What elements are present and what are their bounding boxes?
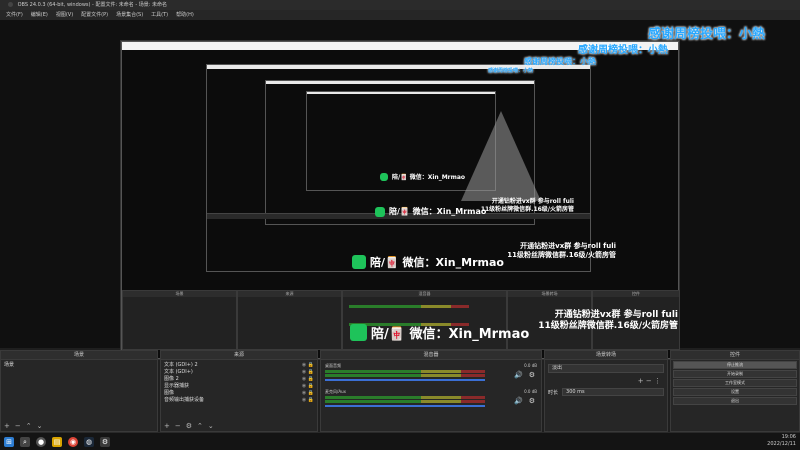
windows-icon[interactable]: ⊞ (4, 436, 14, 447)
scenes-dock-toolbar: + − ⌃ ⌄ (1, 422, 157, 431)
menu-view[interactable]: 视图(V) (52, 10, 77, 20)
mixer-channel-desktop: 桌面音频 0.0 dB 🔊 ⚙ (325, 363, 537, 381)
menu-bar: 文件(F) 编辑(E) 视图(V) 配置文件(P) 场景集合(S) 工具(T) … (0, 10, 800, 20)
source-item[interactable]: 音频输出捕获设备 ◉ 🔒 (164, 397, 314, 404)
remove-transition-button[interactable]: − (646, 377, 652, 385)
chrome-icon[interactable]: ◉ (68, 436, 78, 447)
thanks-overlay-4: 感谢周榜投喂：小熱 (488, 68, 534, 74)
menu-scene-collection[interactable]: 场景集合(S) (112, 10, 147, 20)
transitions-dock-title: 场景转场 (545, 351, 667, 360)
volume-slider[interactable] (325, 379, 485, 381)
wechat-icon (350, 324, 367, 341)
gear-icon[interactable]: ⚙ (529, 397, 535, 405)
inner-scenes-dock: 场景 (122, 290, 237, 350)
controls-dock-title: 控件 (671, 351, 799, 360)
obs-icon (8, 2, 13, 7)
move-down-button[interactable]: ⌄ (208, 422, 214, 431)
source-item[interactable]: 图像 ◉ 🔒 (164, 390, 314, 397)
transition-toolbar: + − ⋮ (545, 377, 667, 385)
obs-icon[interactable]: ● (36, 436, 46, 447)
menu-tools[interactable]: 工具(T) (147, 10, 172, 20)
start-recording-button[interactable]: 开始录制 (673, 370, 797, 378)
exit-button[interactable]: 退出 (673, 397, 797, 405)
duration-input[interactable]: 300 ms (562, 388, 664, 396)
studio-mode-button[interactable]: 工作室模式 (673, 379, 797, 387)
wechat-overlay-small: 陪/🀄 微信：Xin_Mrmao (380, 172, 465, 181)
wechat-icon (380, 172, 388, 181)
source-item[interactable]: 显示器捕获 ◉ 🔒 (164, 383, 314, 390)
thanks-overlay-1: 感谢周榜投喂：小熱 (648, 27, 766, 42)
transition-select[interactable]: 淡出 (548, 364, 664, 373)
menu-file[interactable]: 文件(F) (2, 10, 27, 20)
steam-icon[interactable]: ◍ (84, 436, 94, 447)
duration-label: 时长 (548, 389, 559, 396)
search-icon[interactable]: ⌕ (20, 436, 30, 447)
remove-source-button[interactable]: − (175, 422, 181, 431)
menu-edit[interactable]: 编辑(E) (27, 10, 52, 20)
sources-dock: 来源 文本 (GDI+) 2 ◉ 🔒 文本 (GDI+) ◉ 🔒 图像 2 ◉ 🔒 显… (160, 350, 318, 432)
gear-icon[interactable]: ⚙ (100, 436, 110, 447)
mixer-channel-mic: 麦克风/Aux 0.0 dB 🔊 ⚙ (325, 389, 537, 407)
thanks-overlay-2: 感谢周榜投喂：小熱 (578, 45, 668, 56)
source-settings-button[interactable]: ⚙ (186, 422, 192, 431)
wechat-overlay-xlarge: 陪/🀄 微信：Xin_Mrmao (350, 323, 529, 342)
perspective-triangle (461, 111, 541, 201)
source-item[interactable]: 文本 (GDI+) 2 ◉ 🔒 (164, 362, 314, 369)
wechat-icon (375, 206, 385, 217)
wechat-icon (352, 255, 366, 269)
scenes-dock: 场景 场景 + − ⌃ ⌄ (0, 350, 158, 432)
menu-help[interactable]: 帮助(H) (172, 10, 198, 20)
sources-dock-toolbar: + − ⚙ ⌃ ⌄ (161, 422, 317, 431)
speaker-icon[interactable]: 🔊 (514, 371, 523, 379)
inner-sources-dock: 来源 (237, 290, 342, 350)
audio-meter (325, 396, 485, 399)
thanks-overlay-3: 感谢周榜投喂：小熱 (524, 57, 596, 66)
speaker-icon[interactable]: 🔊 (514, 397, 523, 405)
move-up-button[interactable]: ⌃ (197, 422, 203, 431)
audio-meter (325, 374, 485, 377)
obs-window: OBS 24.0.3 (64-bit, windows) - 配置文件: 未命名… (0, 0, 800, 450)
controls-dock: 控件 停止推流 开始录制 工作室模式 设置 退出 (670, 350, 800, 432)
taskbar-clock[interactable]: 19:06 2022/12/11 (767, 434, 796, 448)
source-item[interactable]: 文本 (GDI+) ◉ 🔒 (164, 369, 314, 376)
wechat-overlay-medium: 陪/🀄 微信：Xin_Mrmao (375, 206, 486, 217)
transitions-dock: 场景转场 淡出 + − ⋮ 时长 300 ms (544, 350, 668, 432)
mixer-dock: 混音器 桌面音频 0.0 dB 🔊 ⚙ 麦克风/Aux 0.0 dB 🔊 ⚙ (320, 350, 542, 432)
promo-overlay-small: 开通钻粉进vx群 参与roll fuli 11级粉丝牌微信群.16级/火箭房管 (480, 198, 574, 213)
audio-meter (325, 400, 485, 403)
audio-meter (325, 370, 485, 373)
menu-profile[interactable]: 配置文件(P) (77, 10, 112, 20)
taskbar: ⊞ ⌕ ● ▤ ◉ ◍ ⚙ (0, 432, 800, 450)
source-item[interactable]: 图像 2 ◉ 🔒 (164, 376, 314, 383)
duration-row: 时长 300 ms (548, 388, 664, 396)
transition-settings-button[interactable]: ⋮ (654, 377, 661, 385)
settings-button[interactable]: 设置 (673, 388, 797, 396)
move-up-button[interactable]: ⌃ (26, 422, 32, 431)
sources-dock-title: 来源 (161, 351, 317, 360)
scene-item[interactable]: 场景 (4, 362, 154, 369)
move-down-button[interactable]: ⌄ (37, 422, 43, 431)
add-scene-button[interactable]: + (4, 422, 10, 431)
gear-icon[interactable]: ⚙ (529, 371, 535, 379)
preview-area[interactable]: 场景 来源 混音器 场景转场 控件 感谢周榜投喂：小熱 感谢周榜投喂：小熱 感谢… (0, 20, 800, 360)
scenes-dock-title: 场景 (1, 351, 157, 360)
volume-slider[interactable] (325, 405, 485, 407)
promo-overlay-large: 开通钻粉进vx群 参与roll fuli 11级粉丝牌微信群.16级/火箭房管 (538, 310, 678, 331)
mixer-dock-title: 混音器 (321, 351, 541, 360)
folder-icon[interactable]: ▤ (52, 436, 62, 447)
promo-overlay-medium: 开通钻粉进vx群 参与roll fuli 11级粉丝牌微信群.16级/火箭房管 (507, 242, 616, 259)
window-title: OBS 24.0.3 (64-bit, windows) - 配置文件: 未命名… (17, 2, 167, 8)
add-source-button[interactable]: + (164, 422, 170, 431)
clock-time: 19:06 (781, 434, 796, 440)
remove-scene-button[interactable]: − (15, 422, 21, 431)
stop-streaming-button[interactable]: 停止推流 (673, 361, 797, 369)
title-bar: OBS 24.0.3 (64-bit, windows) - 配置文件: 未命名… (0, 0, 800, 10)
wechat-overlay-large: 陪/🀄 微信：Xin_Mrmao (352, 254, 504, 270)
clock-date: 2022/12/11 (767, 441, 796, 447)
add-transition-button[interactable]: + (638, 377, 644, 385)
